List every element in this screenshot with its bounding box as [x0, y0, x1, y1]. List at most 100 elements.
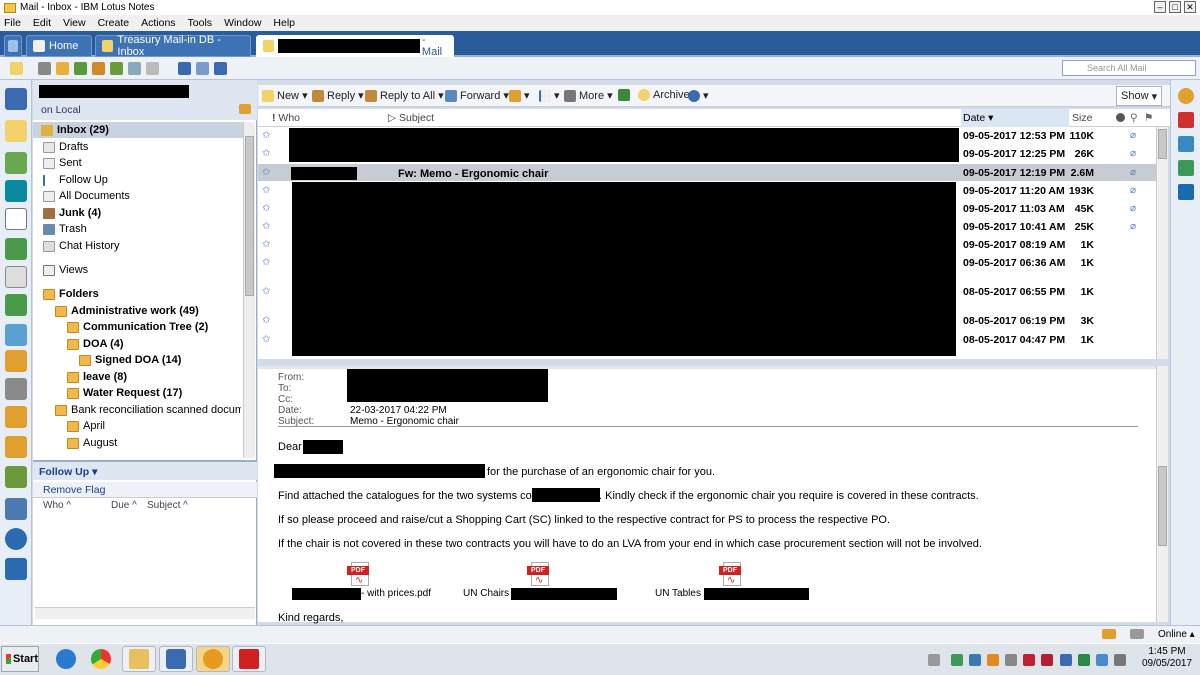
- attachment-1-name[interactable]: - with prices.pdf: [361, 588, 431, 599]
- pdf-attachment-icon[interactable]: PDF ∿: [719, 562, 745, 588]
- move-icon[interactable]: [92, 62, 105, 75]
- tray-update-icon[interactable]: [987, 654, 999, 666]
- tray-network-icon[interactable]: [951, 654, 963, 666]
- folder-august[interactable]: August: [33, 435, 243, 451]
- star-icon[interactable]: ✩: [262, 167, 270, 178]
- forward-nav-icon[interactable]: [146, 62, 159, 75]
- start-button[interactable]: Start: [1, 646, 39, 672]
- star-icon[interactable]: ✩: [262, 203, 270, 214]
- column-who[interactable]: Who ^: [43, 500, 71, 511]
- nav-all-documents[interactable]: All Documents: [33, 188, 243, 204]
- notebook-icon[interactable]: [5, 208, 27, 230]
- databases-icon[interactable]: [5, 436, 27, 458]
- flag-column-icon[interactable]: ⚑: [1144, 112, 1153, 124]
- system-clock[interactable]: 1:45 PM 09/05/2017: [1137, 646, 1197, 672]
- star-icon[interactable]: ✩: [262, 185, 270, 196]
- lotus-notes-task[interactable]: [196, 646, 230, 672]
- remove-flag-button[interactable]: Remove Flag: [43, 484, 105, 496]
- pdf-attachment-icon[interactable]: PDF ∿: [527, 562, 553, 588]
- workspace-icon[interactable]: [5, 180, 27, 202]
- contacts-icon[interactable]: [5, 266, 27, 288]
- reply-all-button[interactable]: Reply to All ▾: [365, 89, 444, 102]
- new-memo-icon[interactable]: [10, 62, 23, 75]
- folder-water-request[interactable]: Water Request (17): [33, 385, 243, 401]
- refresh-icon[interactable]: [56, 62, 69, 75]
- column-subject-header[interactable]: ▷ Subject: [388, 112, 434, 124]
- preview-scrollbar[interactable]: [1156, 366, 1168, 622]
- nav-drafts[interactable]: Drafts: [33, 139, 243, 155]
- archive-button[interactable]: Archive: [638, 89, 690, 101]
- nav-trash[interactable]: Trash: [33, 221, 243, 237]
- key-icon[interactable]: [1102, 629, 1116, 639]
- minimize-button[interactable]: –: [1154, 1, 1166, 13]
- importance-column-icon[interactable]: [1116, 113, 1125, 122]
- table-row[interactable]: ✩ 09-05-2017 12:19 PM 2.6M ⌀: [258, 164, 1156, 181]
- star-icon[interactable]: ✩: [262, 315, 270, 326]
- folder-button[interactable]: ▾: [509, 89, 530, 102]
- applications-icon[interactable]: [5, 406, 27, 428]
- nav-follow-up[interactable]: Follow Up: [33, 172, 243, 188]
- new-button[interactable]: New ▾: [262, 89, 308, 102]
- print-icon[interactable]: [38, 62, 51, 75]
- column-date-header[interactable]: Date ▾: [961, 109, 1069, 127]
- replicate-icon[interactable]: [74, 62, 87, 75]
- list-scrollbar[interactable]: [1156, 127, 1168, 359]
- folder-communication-tree[interactable]: Communication Tree (2): [33, 319, 243, 335]
- day-at-a-glance-icon[interactable]: [1178, 112, 1194, 128]
- tray-monitor-icon[interactable]: [1005, 654, 1017, 666]
- menu-file[interactable]: File: [4, 17, 21, 29]
- nav-chat-history[interactable]: Chat History: [33, 238, 243, 254]
- tab-treasury-mail-in[interactable]: Treasury Mail-in DB - Inbox: [95, 34, 251, 58]
- web-icon[interactable]: [5, 528, 27, 550]
- star-icon[interactable]: ✩: [262, 221, 270, 232]
- people-icon[interactable]: [5, 88, 27, 110]
- search-input[interactable]: Search All Mail: [1062, 60, 1196, 76]
- back-icon[interactable]: [128, 62, 141, 75]
- star-icon[interactable]: ✩: [262, 257, 270, 268]
- more-button[interactable]: More ▾: [564, 89, 613, 102]
- column-who-header[interactable]: ! Who: [272, 112, 300, 124]
- star-icon[interactable]: ✩: [262, 334, 270, 345]
- mail-tools-icon[interactable]: [239, 104, 251, 114]
- folder-april[interactable]: April: [33, 418, 243, 434]
- todo-icon[interactable]: [5, 294, 27, 316]
- folder-administrative-work[interactable]: Administrative work (49): [33, 303, 243, 319]
- menu-actions[interactable]: Actions: [141, 17, 175, 29]
- attachment-column-icon[interactable]: ⚲: [1130, 112, 1138, 124]
- edit-icon[interactable]: [196, 62, 209, 75]
- sametime-icon[interactable]: [5, 466, 27, 488]
- open-list-button[interactable]: [4, 35, 22, 57]
- sametime-contacts-icon[interactable]: [1178, 88, 1194, 104]
- star-icon[interactable]: ✩: [262, 286, 270, 297]
- column-size-header[interactable]: Size: [1072, 112, 1092, 124]
- forward-button[interactable]: Forward ▾: [445, 89, 509, 102]
- replication-icon[interactable]: [5, 324, 27, 346]
- star-icon[interactable]: ✩: [262, 148, 270, 159]
- nav-junk[interactable]: Junk (4): [33, 205, 243, 221]
- tray-antivirus-icon[interactable]: [1041, 654, 1053, 666]
- menu-help[interactable]: Help: [273, 17, 295, 29]
- star-icon[interactable]: ✩: [262, 239, 270, 250]
- status-triangle-icon[interactable]: [1130, 629, 1144, 639]
- replicate-button[interactable]: [618, 89, 633, 101]
- column-subject[interactable]: Subject ^: [147, 500, 188, 511]
- tab-home[interactable]: Home: [26, 35, 92, 57]
- feeds-icon[interactable]: [5, 498, 27, 520]
- tray-volume-icon[interactable]: [1114, 654, 1126, 666]
- pdf-attachment-icon[interactable]: PDF ∿: [347, 562, 373, 588]
- maximize-button[interactable]: □: [1169, 1, 1181, 13]
- menu-window[interactable]: Window: [224, 17, 261, 29]
- tools-bookmark-icon[interactable]: [5, 378, 27, 400]
- menu-edit[interactable]: Edit: [33, 17, 51, 29]
- nav-scrollbar[interactable]: [243, 122, 255, 458]
- calendar-icon[interactable]: [5, 238, 27, 260]
- chat-sidebar-icon[interactable]: [1178, 136, 1194, 152]
- attachment-2-name[interactable]: UN Chairs -: [463, 588, 515, 599]
- nav-inbox[interactable]: Inbox (29): [33, 122, 243, 138]
- search-action-button[interactable]: ▾: [688, 89, 709, 102]
- sync-icon[interactable]: [214, 62, 227, 75]
- reply-button[interactable]: Reply ▾: [312, 89, 364, 102]
- follow-up-hscrollbar[interactable]: [35, 607, 255, 619]
- acrobat-task[interactable]: [232, 646, 266, 672]
- explorer-task[interactable]: [122, 646, 156, 672]
